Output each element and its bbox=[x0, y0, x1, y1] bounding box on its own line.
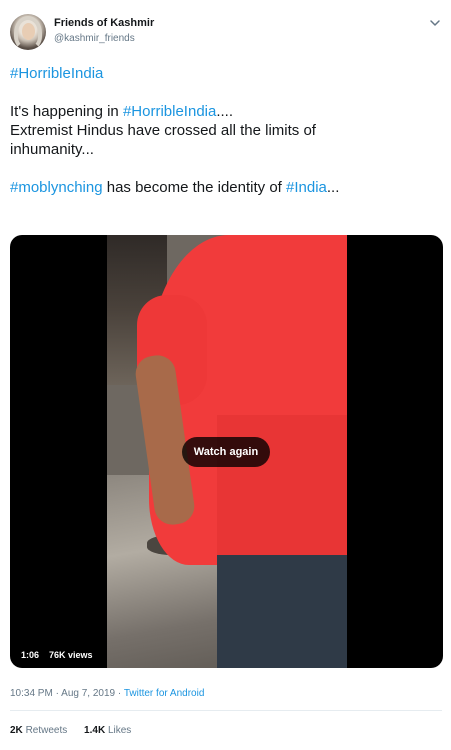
likes-stat[interactable]: 1.4K Likes bbox=[84, 725, 131, 736]
watch-again-button[interactable]: Watch again bbox=[182, 437, 270, 467]
tweet-line-3: Extremist Hindus have crossed all the li… bbox=[10, 122, 316, 139]
tweet-card: Friends of Kashmir @kashmir_friends #Hor… bbox=[0, 0, 451, 750]
hashtag-link[interactable]: #moblynching bbox=[10, 179, 103, 196]
hashtag-link[interactable]: #India bbox=[286, 179, 327, 196]
tweet-meta: 10:34 PM · Aug 7, 2019 · Twitter for And… bbox=[10, 688, 205, 699]
retweets-stat[interactable]: 2K Retweets bbox=[10, 725, 67, 736]
tweet-source-link[interactable]: Twitter for Android bbox=[124, 688, 205, 699]
tweet-stats: 2K Retweets 1.4K Likes bbox=[10, 725, 145, 736]
likes-count: 1.4K bbox=[84, 725, 106, 736]
tweet-date[interactable]: Aug 7, 2019 bbox=[61, 688, 115, 699]
user-handle[interactable]: @kashmir_friends bbox=[54, 33, 135, 44]
display-name[interactable]: Friends of Kashmir bbox=[54, 17, 154, 29]
avatar-face bbox=[22, 23, 35, 40]
chevron-down-icon[interactable] bbox=[428, 16, 442, 30]
video-duration: 1:06 bbox=[21, 650, 40, 660]
hashtag-link[interactable]: #HorribleIndia bbox=[123, 103, 216, 120]
retweets-count: 2K bbox=[10, 725, 23, 736]
video-player[interactable]: Watch again 1:06 76K views bbox=[10, 235, 443, 668]
tweet-line-5: #moblynching has become the identity of … bbox=[10, 179, 340, 196]
divider bbox=[10, 710, 442, 711]
tweet-line-1: #HorribleIndia bbox=[10, 64, 442, 83]
tweet-time[interactable]: 10:34 PM bbox=[10, 688, 53, 699]
tweet-text: #HorribleIndia It's happening in #Horrib… bbox=[10, 64, 442, 197]
video-views: 76K views bbox=[49, 650, 93, 660]
profile-avatar[interactable] bbox=[10, 14, 46, 50]
tweet-line-4: inhumanity... bbox=[10, 141, 94, 158]
likes-label: Likes bbox=[107, 725, 132, 736]
hashtag-link[interactable]: #HorribleIndia bbox=[10, 65, 103, 82]
video-duration-badge: 1:06 76K views bbox=[15, 647, 99, 663]
tweet-line-2: It's happening in #HorribleIndia.... bbox=[10, 103, 234, 120]
retweets-label: Retweets bbox=[25, 725, 68, 736]
